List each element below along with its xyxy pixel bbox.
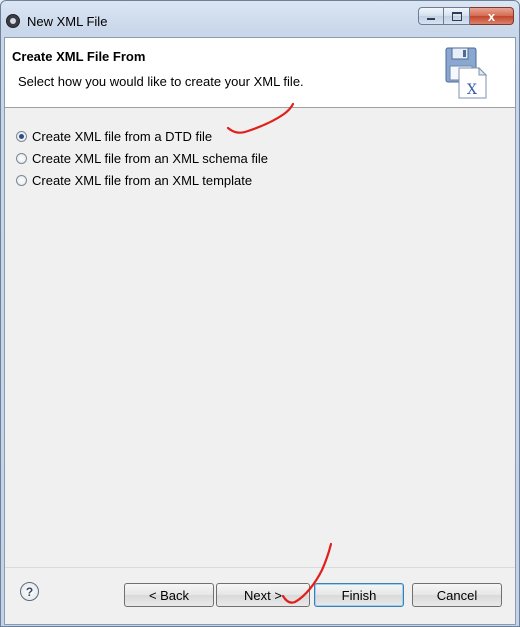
option-template-label: Create XML file from an XML template xyxy=(32,172,253,188)
next-button[interactable]: Next > xyxy=(216,583,310,607)
option-schema-label: Create XML file from an XML schema file xyxy=(32,150,269,166)
page-title: Create XML File From xyxy=(12,49,146,64)
option-dtd[interactable]: Create XML file from a DTD file xyxy=(16,125,268,147)
cancel-button[interactable]: Cancel xyxy=(412,583,502,607)
option-dtd-label: Create XML file from a DTD file xyxy=(32,128,213,144)
creation-options: Create XML file from a DTD file Create X… xyxy=(16,125,268,191)
finish-button[interactable]: Finish xyxy=(314,583,404,607)
close-button[interactable]: x xyxy=(470,7,514,25)
maximize-icon xyxy=(451,11,462,21)
option-schema[interactable]: Create XML file from an XML schema file xyxy=(16,147,268,169)
xml-x-letter: X xyxy=(467,82,477,98)
option-template[interactable]: Create XML file from an XML template xyxy=(16,169,268,191)
xml-wizard-icon: X xyxy=(445,47,488,99)
help-icon: ? xyxy=(25,584,34,599)
radio-schema[interactable] xyxy=(16,152,27,164)
minimize-icon xyxy=(427,18,435,20)
caption-buttons: x xyxy=(418,7,514,25)
maximize-button[interactable] xyxy=(444,7,470,25)
back-button[interactable]: < Back xyxy=(124,583,214,607)
window-title: New XML File xyxy=(27,14,108,29)
page-subtitle: Select how you would like to create your… xyxy=(18,74,304,89)
title-bar[interactable]: New XML File x xyxy=(1,1,519,37)
close-icon: x xyxy=(487,8,496,24)
dialog-client: Create XML File From Select how you woul… xyxy=(4,37,516,625)
radio-template[interactable] xyxy=(16,174,27,186)
radio-dtd[interactable] xyxy=(16,130,27,142)
footer-divider xyxy=(5,567,515,568)
help-button[interactable]: ? xyxy=(20,582,39,601)
dialog-window: New XML File x Create XML File From Sele… xyxy=(0,0,520,627)
eclipse-icon xyxy=(6,14,20,28)
minimize-button[interactable] xyxy=(418,7,444,25)
wizard-header: Create XML File From Select how you woul… xyxy=(5,38,515,108)
